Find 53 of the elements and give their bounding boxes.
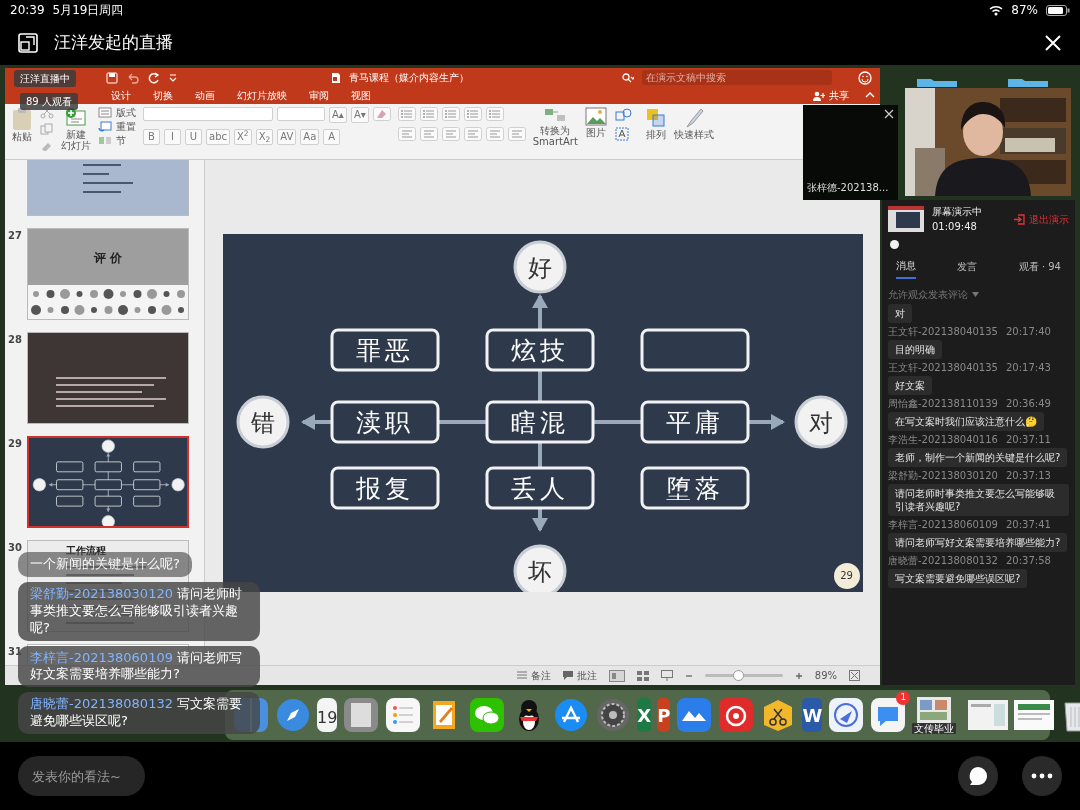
slide-number: 30 bbox=[8, 542, 22, 553]
message-bubble: 对 bbox=[888, 304, 912, 323]
window-title: 青马课程（媒介内容生产） bbox=[349, 71, 469, 85]
sender-name: 唐晓蕾-202138080132 bbox=[888, 555, 998, 567]
sender-name: 周怡鑫-202138110139 bbox=[888, 398, 998, 410]
message-time: 20:37:13 bbox=[1005, 470, 1051, 482]
message-time: 20:37:41 bbox=[1005, 519, 1051, 531]
slide-number: 29 bbox=[8, 438, 22, 449]
message-bubble: 写文案需要避免哪些误区呢? bbox=[888, 569, 1028, 588]
live-badge: 汪洋直播中 bbox=[14, 70, 76, 87]
elapsed-time: 01:09:48 bbox=[932, 220, 978, 234]
slide-number: 28 bbox=[8, 334, 22, 345]
slide-title: 评 价 bbox=[92, 250, 124, 267]
sender-name: 李梓言-202138060109 bbox=[888, 519, 998, 531]
message-time: 20:37:11 bbox=[1005, 434, 1051, 446]
pole-circle: 错 bbox=[236, 395, 289, 448]
battery-percent: 87% bbox=[1011, 2, 1038, 19]
comment-toast: 梁舒勤-202138030120 请问老师时事类推文要怎么写能够吸引读者兴趣呢? bbox=[18, 581, 260, 641]
message-bubble: 目的明确 bbox=[888, 340, 942, 359]
term-box: 堕落 bbox=[640, 466, 749, 509]
stream-title: 汪洋发起的直播 bbox=[54, 30, 173, 54]
message-bubble: 在写文案时我们应该注意什么🤔 bbox=[888, 412, 1044, 431]
term-box: 渎职 bbox=[330, 400, 439, 443]
term-box: 瞎混 bbox=[485, 400, 594, 443]
clock-time: 20:39 bbox=[10, 2, 45, 19]
message-bubble: 老师，制作一个新闻的关键是什么呢? bbox=[888, 448, 1068, 467]
file-name-label: 文传毕业 bbox=[912, 722, 957, 734]
term-box: 罪恶 bbox=[330, 328, 439, 371]
participant-name: 张梓德-202138... bbox=[806, 181, 890, 195]
sender-name: 李浩生-202138040116 bbox=[888, 434, 998, 446]
sender-name: 王文轩-202138040135 bbox=[888, 362, 998, 374]
message-bubble: 请问老师时事类推文要怎么写能够吸引读者兴趣呢? bbox=[888, 484, 1069, 516]
presenting-status: 屏幕演示中 bbox=[932, 205, 982, 219]
term-box: 平庸 bbox=[640, 400, 749, 443]
message-bubble: 请问老师写好文案需要培养哪些能力? bbox=[888, 533, 1068, 552]
message-time: 20:37:58 bbox=[1005, 555, 1051, 567]
message-bubble: 好文案 bbox=[888, 376, 932, 395]
sender-name: 梁舒勤-202138030120 bbox=[888, 470, 998, 482]
zoom-percent: 89% bbox=[814, 669, 837, 683]
comment-toast: 唐晓蕾-202138080132 写文案需要避免哪些误区呢? bbox=[18, 692, 260, 735]
term-box: 报复 bbox=[330, 466, 439, 509]
message-time: 20:17:40 bbox=[1005, 326, 1051, 338]
pole-circle: 对 bbox=[794, 395, 847, 448]
message-time: 20:17:43 bbox=[1005, 362, 1051, 374]
notification-badge: 1 bbox=[896, 691, 911, 705]
pole-circle: 好 bbox=[513, 240, 566, 293]
date-text: 5月19日周四 bbox=[52, 2, 124, 19]
slide-number: 27 bbox=[8, 230, 22, 241]
sender-name: 王文轩-202138040135 bbox=[888, 326, 998, 338]
viewer-count: 89 人观看 bbox=[20, 93, 78, 110]
term-box: 炫技 bbox=[485, 328, 594, 371]
message-time: 20:36:49 bbox=[1005, 398, 1051, 410]
term-box: 丢人 bbox=[485, 466, 594, 509]
